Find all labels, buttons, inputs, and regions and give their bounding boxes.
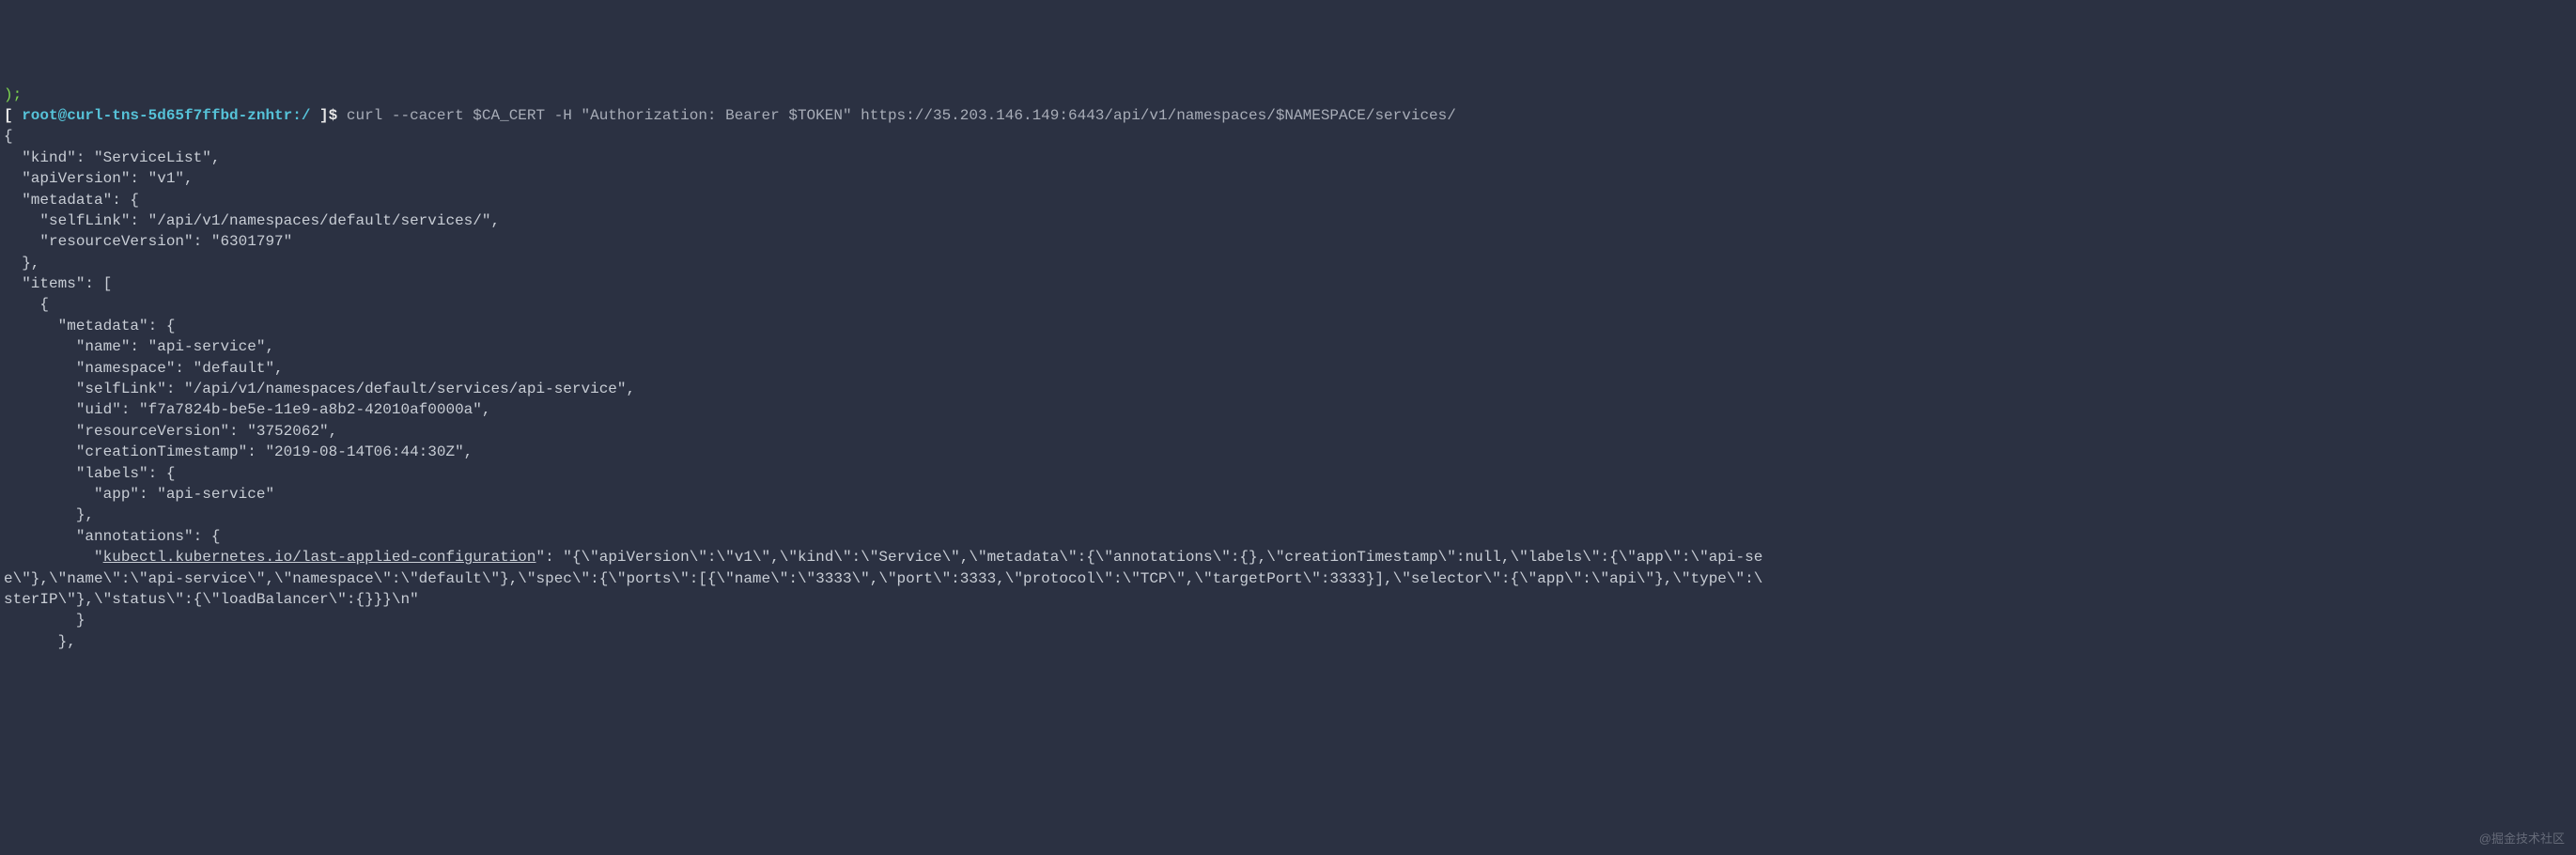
- json-line: }: [4, 612, 85, 629]
- json-line: },: [4, 255, 39, 272]
- json-line: },: [4, 506, 94, 523]
- json-line: "metadata": {: [4, 192, 139, 209]
- prompt-bracket-close: ]$: [310, 107, 346, 124]
- json-line: "metadata": {: [4, 318, 175, 334]
- json-line: "items": [: [4, 275, 112, 292]
- json-line: {: [4, 128, 13, 145]
- json-line: "namespace": "default",: [4, 360, 284, 377]
- json-line: "labels": {: [4, 465, 175, 482]
- json-line: "annotations": {: [4, 528, 220, 545]
- annotation-key-link[interactable]: kubectl.kubernetes.io/last-applied-confi…: [103, 549, 536, 566]
- json-line: "app": "api-service": [4, 486, 274, 503]
- json-line: "uid": "f7a7824b-be5e-11e9-a8b2-42010af0…: [4, 401, 490, 418]
- json-line: "resourceVersion": "6301797": [4, 233, 292, 250]
- prompt-user-host: root@curl-tns-5d65f7ffbd-znhtr:/: [22, 107, 310, 124]
- watermark-text: @掘金技术社区: [2479, 831, 2565, 847]
- json-line: "apiVersion": "v1",: [4, 170, 194, 187]
- json-line: sterIP\"},\"status\":{\"loadBalancer\":{…: [4, 591, 419, 608]
- prompt-bracket-open: [: [4, 107, 22, 124]
- json-line: e\"},\"name\":\"api-service\",\"namespac…: [4, 570, 1762, 587]
- trailing-fragment: );: [4, 86, 22, 103]
- json-line: "selfLink": "/api/v1/namespaces/default/…: [4, 212, 500, 229]
- terminal-output: ); [ root@curl-tns-5d65f7ffbd-znhtr:/ ]$…: [0, 85, 2576, 653]
- json-line-suffix: ": "{\"apiVersion\":\"v1\",\"kind\":\"Se…: [536, 549, 1763, 566]
- command-text[interactable]: curl --cacert $CA_CERT -H "Authorization…: [347, 107, 1456, 124]
- json-line: "kind": "ServiceList",: [4, 149, 220, 166]
- json-line: "selfLink": "/api/v1/namespaces/default/…: [4, 381, 635, 397]
- json-line: "resourceVersion": "3752062",: [4, 423, 337, 440]
- json-line: "creationTimestamp": "2019-08-14T06:44:3…: [4, 443, 473, 460]
- json-line: "name": "api-service",: [4, 338, 274, 355]
- json-line: {: [4, 296, 49, 313]
- json-line-prefix: ": [4, 549, 103, 566]
- json-line: },: [4, 633, 76, 650]
